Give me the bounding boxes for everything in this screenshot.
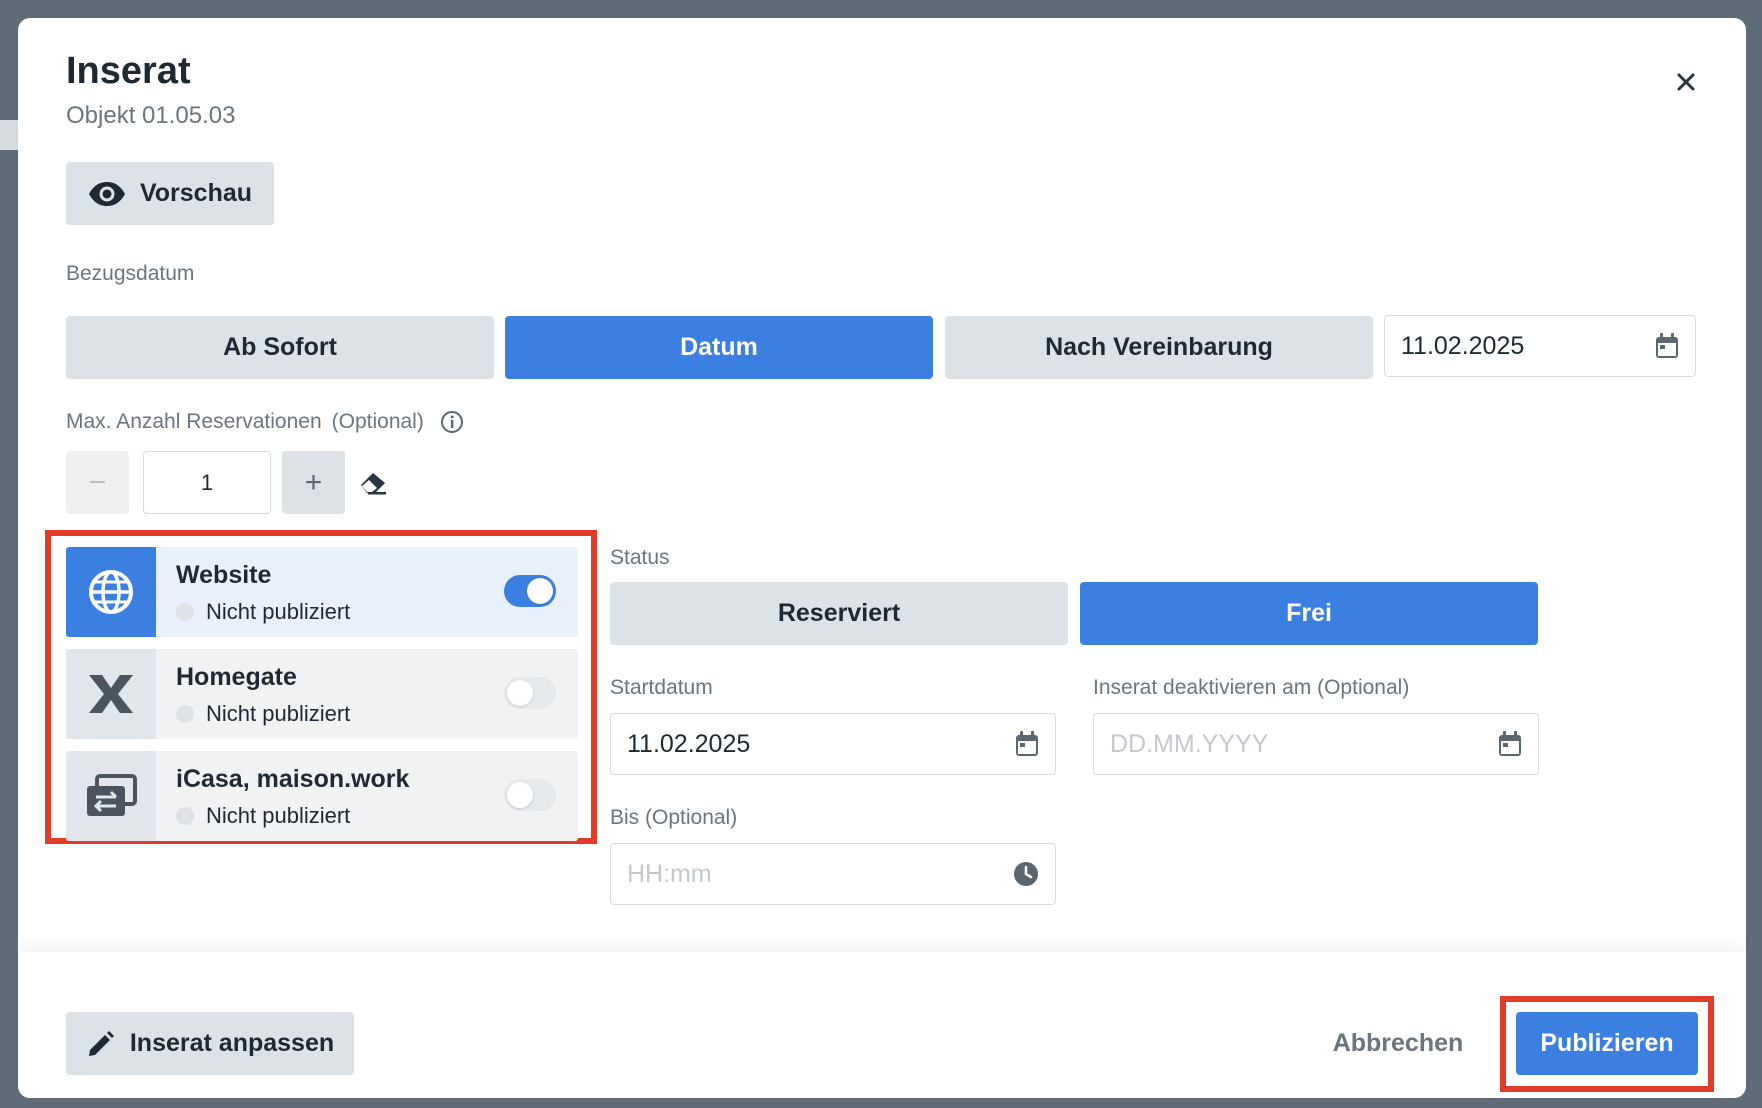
move-in-option-date[interactable]: Datum [505, 316, 933, 379]
move-in-label: Bezugsdatum [66, 262, 195, 285]
background-page [0, 120, 18, 150]
move-in-option-immediately[interactable]: Ab Sofort [66, 316, 494, 379]
reservations-increment-button[interactable]: + [282, 451, 345, 514]
channel-website-icon-box [66, 547, 156, 637]
calendar-icon [1016, 731, 1038, 756]
cancel-button[interactable]: Abbrechen [1318, 1012, 1478, 1075]
status-option-free[interactable]: Frei [1080, 582, 1538, 645]
start-date-label: Startdatum [610, 676, 713, 699]
channel-icasa[interactable]: iCasa, maison.work Nicht publiziert [66, 751, 578, 841]
deactivate-placeholder: DD.MM.YYYY [1110, 729, 1269, 758]
until-placeholder: HH:mm [627, 859, 712, 888]
edit-listing-label: Inserat anpassen [129, 1029, 335, 1057]
channel-homegate-name: Homegate [176, 663, 297, 691]
channel-homegate-icon-box [66, 649, 156, 739]
deactivate-date-field[interactable]: DD.MM.YYYY [1093, 713, 1539, 775]
modal-title: Inserat [66, 50, 191, 92]
reservations-input[interactable]: 1 [143, 451, 271, 514]
status-dot-icon [176, 705, 194, 723]
pencil-icon [88, 1030, 114, 1056]
channel-website-name: Website [176, 561, 272, 589]
channel-website[interactable]: Website Nicht publiziert [66, 547, 578, 637]
status-option-reserved[interactable]: Reserviert [610, 582, 1068, 645]
channel-icasa-status-text: Nicht publiziert [206, 803, 351, 828]
channel-icasa-name: iCasa, maison.work [176, 765, 410, 793]
channel-website-status-text: Nicht publiziert [206, 599, 351, 624]
status-dot-icon [176, 603, 194, 621]
move-in-option-agreement[interactable]: Nach Vereinbarung [945, 316, 1373, 379]
reservations-label-text: Max. Anzahl Reservationen [66, 410, 322, 433]
move-in-date-value: 11.02.2025 [1401, 331, 1525, 360]
until-time-field[interactable]: HH:mm [610, 843, 1056, 905]
info-icon[interactable] [440, 410, 464, 434]
reservations-label: Max. Anzahl Reservationen (Optional) [66, 410, 464, 434]
eye-icon [88, 181, 125, 206]
clock-icon [1014, 862, 1038, 886]
channel-homegate-status-text: Nicht publiziert [206, 701, 351, 726]
status-dot-icon [176, 807, 194, 825]
exchange-icon [87, 774, 137, 816]
until-label: Bis (Optional) [610, 806, 738, 829]
channel-icasa-icon-box [66, 751, 156, 841]
deactivate-label: Inserat deaktivieren am (Optional) [1093, 676, 1410, 699]
start-date-field[interactable]: 11.02.2025 [610, 713, 1056, 775]
channel-website-status: Nicht publiziert [176, 599, 350, 625]
channel-website-toggle[interactable] [504, 575, 556, 607]
start-date-value: 11.02.2025 [627, 729, 751, 758]
move-in-date-field[interactable]: 11.02.2025 [1384, 315, 1696, 377]
close-button[interactable] [1666, 62, 1706, 102]
calendar-icon [1499, 731, 1521, 756]
listing-modal: Inserat Objekt 01.05.03 Vorschau Bezugsd… [18, 18, 1746, 1098]
reservations-value: 1 [200, 469, 214, 495]
channel-icasa-toggle[interactable] [504, 779, 556, 811]
eraser-button[interactable] [358, 468, 392, 498]
channel-homegate-status: Nicht publiziert [176, 701, 350, 727]
preview-label: Vorschau [139, 179, 253, 207]
homegate-x-icon [89, 675, 133, 713]
close-icon [1677, 73, 1695, 91]
status-label: Status [610, 546, 670, 569]
calendar-icon [1656, 333, 1678, 358]
edit-listing-button[interactable]: Inserat anpassen [66, 1012, 354, 1075]
channel-homegate[interactable]: Homegate Nicht publiziert [66, 649, 578, 739]
minus-icon: − [88, 465, 107, 499]
preview-button[interactable]: Vorschau [66, 162, 274, 225]
channel-icasa-status: Nicht publiziert [176, 803, 350, 829]
eraser-icon [361, 473, 386, 495]
publish-button[interactable]: Publizieren [1516, 1012, 1698, 1075]
reservations-decrement-button[interactable]: − [66, 451, 129, 514]
plus-icon: + [304, 465, 323, 499]
modal-subtitle: Objekt 01.05.03 [66, 102, 236, 129]
reservations-optional: (Optional) [331, 410, 424, 433]
channel-homegate-toggle[interactable] [504, 677, 556, 709]
globe-icon [89, 570, 133, 614]
modal-footer: Inserat anpassen Abbrechen Publizieren [18, 952, 1746, 1098]
